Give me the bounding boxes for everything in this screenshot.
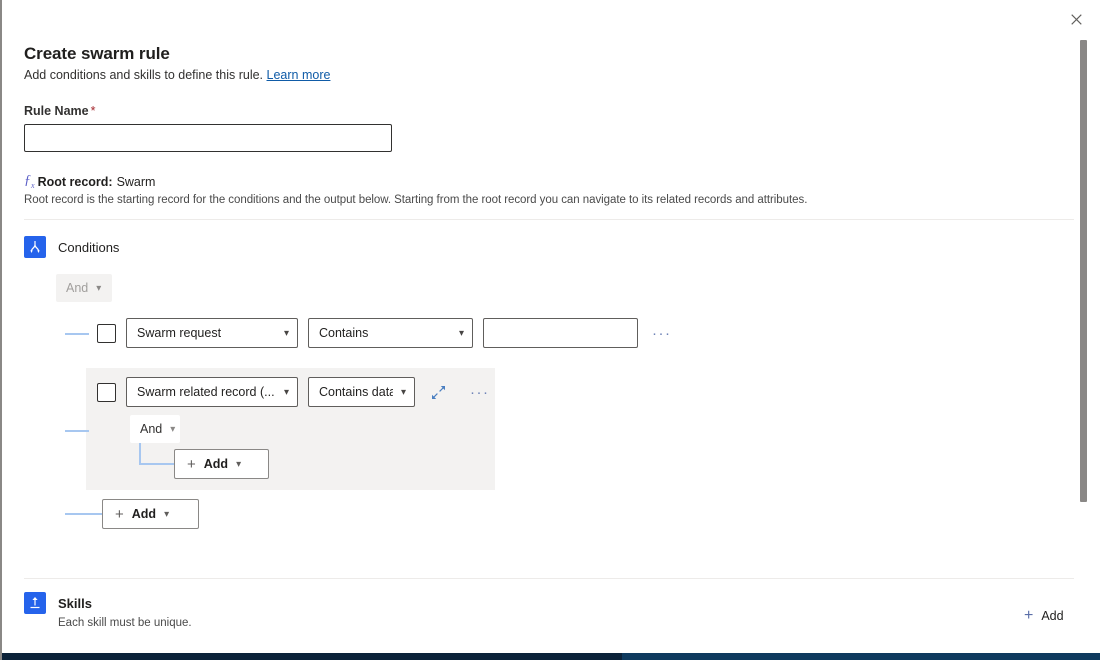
page-title: Create swarm rule xyxy=(24,0,1077,64)
conditions-branch-icon xyxy=(24,236,46,258)
plus-icon: + xyxy=(115,507,124,522)
nested-condition-row-checkbox[interactable] xyxy=(97,383,116,402)
nested-condition-operator-dropdown[interactable]: Contains data ▾ xyxy=(308,377,415,407)
page-subtitle: Add conditions and skills to define this… xyxy=(24,68,1077,82)
condition-attribute-value: Swarm request xyxy=(137,326,221,340)
condition-row-checkbox[interactable] xyxy=(97,324,116,343)
connector-line-add xyxy=(65,513,102,515)
conditions-group-operator-label: And xyxy=(66,281,88,295)
plus-icon: + xyxy=(187,457,196,472)
chevron-down-icon: ▾ xyxy=(401,387,406,398)
connector-line-nested-horizontal xyxy=(139,463,174,465)
collapse-arrows-icon[interactable] xyxy=(431,385,446,400)
divider-skills xyxy=(24,578,1074,579)
skills-section-header: Skills xyxy=(24,592,92,614)
conditions-add-button[interactable]: + Add ▾ xyxy=(102,499,199,529)
required-marker: * xyxy=(91,104,96,118)
root-record-value: Swarm xyxy=(117,175,156,189)
condition-attribute-dropdown[interactable]: Swarm request ▾ xyxy=(126,318,298,348)
plus-icon: + xyxy=(1024,608,1033,624)
nested-group-operator[interactable]: And ▾ xyxy=(130,415,180,443)
condition-row: Swarm request ▾ Contains ▾ ··· xyxy=(97,318,672,348)
condition-row-more-button[interactable]: ··· xyxy=(652,326,672,341)
root-record-label: Root record: xyxy=(38,175,113,189)
chevron-down-icon: ▾ xyxy=(284,387,289,398)
learn-more-link[interactable]: Learn more xyxy=(267,68,331,82)
skills-add-button-label: Add xyxy=(1041,609,1063,623)
connector-line-row1 xyxy=(65,333,89,335)
divider-top xyxy=(24,219,1074,220)
scrollbar-thumb[interactable] xyxy=(1080,40,1087,502)
rule-name-label: Rule Name* xyxy=(24,104,1077,118)
nested-condition-attribute-value: Swarm related record (... xyxy=(137,385,275,399)
skills-upload-icon xyxy=(24,592,46,614)
chevron-down-icon: ▾ xyxy=(459,328,464,339)
connector-line-nested-vertical xyxy=(139,443,141,464)
nested-add-button-label: Add xyxy=(204,457,228,471)
create-swarm-rule-panel: Create swarm rule Add conditions and ski… xyxy=(0,0,1100,660)
nested-group-operator-label: And xyxy=(140,422,162,436)
rule-name-label-text: Rule Name xyxy=(24,104,89,118)
chevron-down-icon: ▾ xyxy=(164,509,169,520)
conditions-add-button-label: Add xyxy=(132,507,156,521)
function-icon: ƒx xyxy=(24,174,35,190)
conditions-group-operator[interactable]: And ▾ xyxy=(56,274,112,302)
bottom-strip-accent xyxy=(622,653,1100,660)
conditions-title: Conditions xyxy=(58,240,119,255)
chevron-down-icon: ▾ xyxy=(284,328,289,339)
nested-condition-more-button[interactable]: ··· xyxy=(470,385,490,400)
chevron-down-icon: ▾ xyxy=(236,459,241,470)
conditions-section-header: Conditions xyxy=(24,236,119,258)
condition-operator-value: Contains xyxy=(319,326,368,340)
panel-content: Create swarm rule Add conditions and ski… xyxy=(2,0,1077,206)
chevron-down-icon: ▾ xyxy=(96,283,101,294)
bottom-strip xyxy=(2,653,1100,660)
nested-condition-row: Swarm related record (... ▾ Contains dat… xyxy=(97,377,490,407)
skills-add-button[interactable]: + Add xyxy=(1024,608,1064,624)
skills-description: Each skill must be unique. xyxy=(58,617,192,629)
condition-value-input[interactable] xyxy=(483,318,638,348)
condition-operator-dropdown[interactable]: Contains ▾ xyxy=(308,318,473,348)
rule-name-input[interactable] xyxy=(24,124,392,152)
nested-add-button[interactable]: + Add ▾ xyxy=(174,449,269,479)
page-subtitle-text: Add conditions and skills to define this… xyxy=(24,68,263,82)
root-record-description: Root record is the starting record for t… xyxy=(24,194,1077,206)
connector-line-group xyxy=(65,430,89,432)
chevron-down-icon: ▾ xyxy=(170,424,175,435)
skills-title: Skills xyxy=(58,596,92,611)
root-record: ƒx Root record: Swarm xyxy=(24,174,1077,190)
nested-condition-attribute-dropdown[interactable]: Swarm related record (... ▾ xyxy=(126,377,298,407)
nested-condition-operator-value: Contains data xyxy=(319,385,393,399)
